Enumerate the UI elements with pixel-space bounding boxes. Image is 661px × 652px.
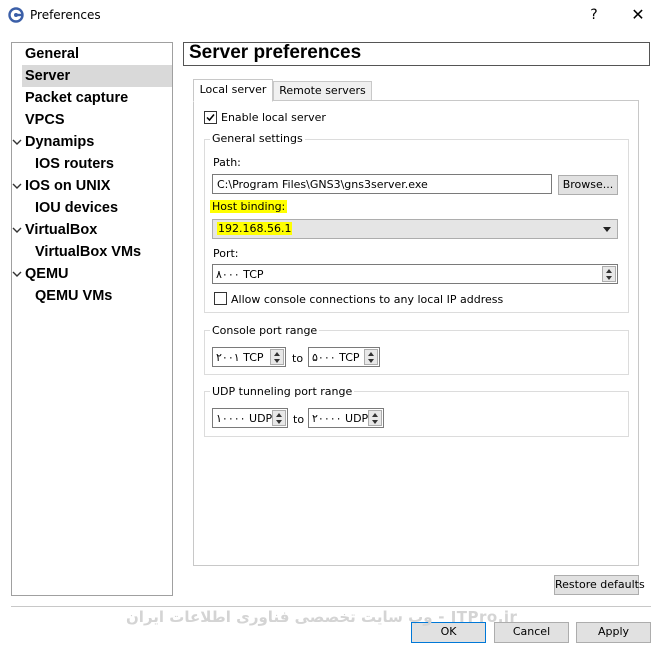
port-spinbox[interactable]: ۸۰۰۰ TCP — [212, 264, 618, 284]
spin-down-icon — [274, 359, 280, 363]
spin-up-icon — [368, 352, 374, 356]
spin-buttons[interactable] — [602, 266, 616, 282]
page-title-box: Server preferences — [183, 42, 650, 66]
path-value: C:\Program Files\GNS3\gns3server.exe — [217, 178, 428, 191]
spin-up-icon — [276, 413, 282, 417]
chevron-down-icon[interactable] — [12, 269, 22, 279]
udp-port-from-value: ۱۰۰۰۰ UDP — [216, 412, 273, 425]
sidebar-item-iou-devices[interactable]: IOU devices — [35, 197, 118, 219]
udp-port-range-title: UDP tunneling port range — [210, 385, 355, 398]
spin-buttons[interactable] — [272, 410, 286, 426]
sidebar-item-dynamips[interactable]: Dynamips — [25, 131, 94, 153]
watermark: ITPro.ir - وب سایت تخصصی فناوری اطلاعات … — [126, 608, 518, 626]
chevron-down-icon — [603, 227, 611, 232]
help-button[interactable]: ? — [584, 4, 604, 26]
spin-down-icon — [276, 420, 282, 424]
divider — [11, 606, 651, 607]
tab-local-server[interactable]: Local server — [193, 79, 273, 102]
console-port-from-value: ۲۰۰۱ TCP — [216, 351, 264, 364]
path-label: Path: — [213, 156, 241, 169]
window-title: Preferences — [30, 8, 101, 22]
sidebar-item-packet-capture[interactable]: Packet capture — [25, 87, 128, 109]
path-input[interactable]: C:\Program Files\GNS3\gns3server.exe — [212, 174, 552, 194]
sidebar-item-virtualbox[interactable]: VirtualBox — [25, 219, 97, 241]
local-server-panel: Enable local server General settings Pat… — [193, 100, 639, 566]
close-button[interactable]: ✕ — [628, 4, 648, 26]
sidebar-item-general[interactable]: General — [25, 43, 79, 65]
gns3-logo-icon — [8, 7, 24, 23]
spin-down-icon — [606, 276, 612, 280]
spin-buttons[interactable] — [270, 349, 284, 365]
checkmark-icon — [206, 114, 215, 122]
host-binding-value: 192.168.56.1 — [217, 222, 293, 235]
to-label: to — [292, 352, 304, 365]
spin-down-icon — [368, 359, 374, 363]
sidebar-item-ios-routers[interactable]: IOS routers — [35, 153, 114, 175]
sidebar-item-vpcs[interactable]: VPCS — [25, 109, 65, 131]
enable-local-server-checkbox[interactable] — [204, 111, 217, 124]
console-port-to-value: ۵۰۰۰ TCP — [312, 351, 360, 364]
sidebar-tree: General Server Packet capture VPCS Dynam… — [11, 42, 173, 596]
spin-buttons[interactable] — [368, 410, 382, 426]
console-port-range-title: Console port range — [210, 324, 320, 337]
general-settings-title: General settings — [210, 132, 305, 145]
to-label: to — [293, 413, 305, 426]
allow-console-label: Allow console connections to any local I… — [231, 293, 504, 306]
port-label: Port: — [213, 247, 239, 260]
sidebar-item-qemu-vms[interactable]: QEMU VMs — [35, 285, 112, 307]
spin-down-icon — [372, 420, 378, 424]
spin-up-icon — [606, 269, 612, 273]
apply-button[interactable]: Apply — [576, 622, 651, 643]
host-binding-select[interactable]: 192.168.56.1 — [212, 219, 618, 239]
host-binding-label: Host binding: — [210, 200, 288, 213]
udp-port-to-spinbox[interactable]: ۲۰۰۰۰ UDP — [308, 408, 384, 428]
port-value: ۸۰۰۰ TCP — [216, 268, 264, 281]
page-title: Server preferences — [189, 42, 362, 63]
chevron-down-icon[interactable] — [12, 225, 22, 235]
spin-up-icon — [372, 413, 378, 417]
spin-buttons[interactable] — [364, 349, 378, 365]
console-port-from-spinbox[interactable]: ۲۰۰۱ TCP — [212, 347, 286, 367]
enable-local-server-label: Enable local server — [221, 111, 326, 124]
chevron-down-icon[interactable] — [12, 181, 22, 191]
sidebar-item-ios-on-unix[interactable]: IOS on UNIX — [25, 175, 110, 197]
spin-up-icon — [274, 352, 280, 356]
sidebar-item-qemu[interactable]: QEMU — [25, 263, 69, 285]
title-bar: Preferences ? ✕ — [0, 0, 661, 30]
restore-defaults-button[interactable]: Restore defaults — [554, 575, 645, 595]
sidebar-item-virtualbox-vms[interactable]: VirtualBox VMs — [35, 241, 141, 263]
allow-console-checkbox[interactable] — [214, 292, 227, 305]
browse-button[interactable]: Browse... — [558, 175, 618, 195]
sidebar-item-server[interactable]: Server — [22, 65, 172, 87]
chevron-down-icon[interactable] — [12, 137, 22, 147]
udp-port-to-value: ۲۰۰۰۰ UDP — [312, 412, 369, 425]
tab-remote-servers[interactable]: Remote servers — [273, 81, 372, 101]
console-port-to-spinbox[interactable]: ۵۰۰۰ TCP — [308, 347, 380, 367]
udp-port-from-spinbox[interactable]: ۱۰۰۰۰ UDP — [212, 408, 288, 428]
